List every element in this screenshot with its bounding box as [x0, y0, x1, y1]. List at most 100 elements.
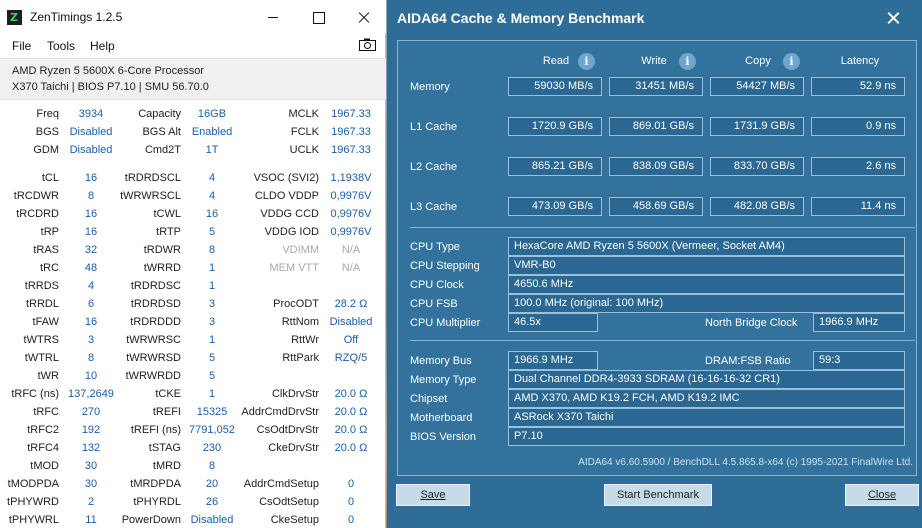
maximize-button[interactable]: [296, 0, 342, 33]
timing-value: 15325: [196, 406, 228, 418]
timing-value: 8: [87, 352, 95, 364]
nb-clock-value: 1966.9 MHz: [813, 313, 905, 332]
camera-icon[interactable]: [359, 38, 376, 51]
l3-write: 458.69 GB/s: [609, 197, 703, 216]
timing-value: 0: [347, 496, 355, 508]
write-info-icon[interactable]: i: [679, 53, 696, 70]
timing-label: tRDWR: [143, 244, 181, 256]
l2-latency: 2.6 ns: [811, 157, 905, 176]
col-copy: Copy: [745, 55, 771, 67]
row-label-memory: Memory: [410, 81, 450, 93]
cpu-clock-label: CPU Clock: [410, 279, 464, 291]
copyright-footer: AIDA64 v6.60.5900 / BenchDLL 4.5.865.8-x…: [578, 457, 913, 468]
timing-value: Disabled: [69, 144, 113, 156]
timing-value: 3: [208, 316, 216, 328]
close-button[interactable]: [340, 0, 386, 33]
read-info-icon[interactable]: i: [578, 53, 595, 70]
timing-value: 20.0 Ω: [334, 442, 368, 454]
timing-value: 1967.33: [331, 144, 371, 156]
timing-value: 16: [84, 172, 98, 184]
timing-label: tRTP: [156, 226, 181, 238]
motherboard-label: Motherboard: [410, 412, 473, 424]
timing-value: 5: [208, 370, 216, 382]
timing-label: tWRWRSCL: [120, 190, 181, 202]
timing-label: tMOD: [30, 460, 59, 472]
timing-label: tWRWRSD: [126, 352, 181, 364]
nb-clock-label: North Bridge Clock: [705, 317, 798, 329]
timing-value: 48: [84, 262, 98, 274]
save-button-label: Save: [420, 489, 446, 501]
timing-value: 8: [208, 244, 216, 256]
timing-value: 2: [87, 496, 95, 508]
timing-value: RZQ/5: [334, 352, 368, 364]
timing-value: 16: [205, 208, 219, 220]
board-bios-smu: X370 Taichi | BIOS P7.10 | SMU 56.70.0: [12, 81, 209, 93]
timing-label: CkeSetup: [270, 514, 319, 526]
timing-value: 30: [84, 478, 98, 490]
timing-value: 192: [81, 424, 101, 436]
timing-label: AddrCmdDrvStr: [241, 406, 319, 418]
menu-file[interactable]: File: [12, 39, 31, 53]
minimize-button[interactable]: [250, 0, 296, 33]
timing-value: 1967.33: [331, 108, 371, 120]
timing-label: tCKE: [155, 388, 181, 400]
timing-value: 1,1938V: [330, 172, 372, 184]
col-latency: Latency: [840, 55, 880, 67]
timing-value: Disabled: [190, 514, 234, 526]
timing-label: tRFC2: [27, 424, 59, 436]
memory-type-label: Memory Type: [410, 374, 477, 386]
aida64-window: AIDA64 Cache & Memory Benchmark Read i W…: [387, 0, 922, 528]
timing-value: 32: [84, 244, 98, 256]
l3-read: 473.09 GB/s: [508, 197, 602, 216]
save-button[interactable]: Save: [396, 484, 470, 506]
timing-value: N/A: [341, 262, 361, 274]
row-label-l1: L1 Cache: [410, 121, 458, 133]
timing-value: 28.2 Ω: [334, 298, 368, 310]
col-write: Write: [641, 55, 667, 67]
timing-value: 3: [87, 334, 95, 346]
aida-titlebar[interactable]: AIDA64 Cache & Memory Benchmark: [387, 0, 922, 36]
motherboard-value: ASRock X370 Taichi: [508, 408, 905, 427]
memory-latency: 52.9 ns: [811, 77, 905, 96]
timing-label: CLDO VDDP: [254, 190, 319, 202]
timing-value: 0,9976V: [330, 208, 372, 220]
separator: [410, 227, 915, 228]
close-button-label: Close: [867, 489, 897, 501]
cpu-stepping-value: VMR-B0: [508, 256, 905, 275]
zentimings-titlebar[interactable]: ZenTimings 1.2.5: [0, 0, 386, 33]
cpu-type-label: CPU Type: [410, 241, 460, 253]
chipset-value: AMD X370, AMD K19.2 FCH, AMD K19.2 IMC: [508, 389, 905, 408]
timing-label: tRRDS: [24, 280, 59, 292]
timing-label: tWRRD: [143, 262, 181, 274]
timing-value: 20.0 Ω: [334, 424, 368, 436]
copy-info-icon[interactable]: i: [783, 53, 800, 70]
timing-value: 10: [84, 370, 98, 382]
cpu-name: AMD Ryzen 5 5600X 6-Core Processor: [12, 65, 204, 77]
cpu-type-value: HexaCore AMD Ryzen 5 5600X (Vermeer, Soc…: [508, 237, 905, 256]
l1-read: 1720.9 GB/s: [508, 117, 602, 136]
timing-value: 3: [208, 298, 216, 310]
memory-bus-label: Memory Bus: [410, 355, 472, 367]
timing-label: tRFC: [33, 406, 59, 418]
timing-label: tRRDL: [25, 298, 59, 310]
timing-value: 0,9976V: [330, 190, 372, 202]
timing-value: 16: [84, 316, 98, 328]
timing-label: tWTRS: [23, 334, 59, 346]
timing-label: tRDRDSC: [130, 280, 181, 292]
aida-close-icon[interactable]: [882, 6, 906, 30]
timing-label: tRC: [40, 262, 59, 274]
menu-help[interactable]: Help: [90, 39, 115, 53]
timing-value: 0: [347, 478, 355, 490]
close-dialog-button[interactable]: Close: [845, 484, 919, 506]
menu-tools[interactable]: Tools: [47, 39, 75, 53]
window-title: ZenTimings 1.2.5: [30, 10, 123, 24]
dram-ratio-value: 59:3: [813, 351, 905, 370]
memory-read: 59030 MB/s: [508, 77, 602, 96]
timing-value: 30: [84, 460, 98, 472]
col-read: Read: [542, 55, 570, 67]
start-benchmark-button[interactable]: Start Benchmark: [604, 484, 712, 506]
l1-latency: 0.9 ns: [811, 117, 905, 136]
timing-label: tRCDRD: [16, 208, 59, 220]
l2-write: 838.09 GB/s: [609, 157, 703, 176]
timing-value: 230: [202, 442, 222, 454]
